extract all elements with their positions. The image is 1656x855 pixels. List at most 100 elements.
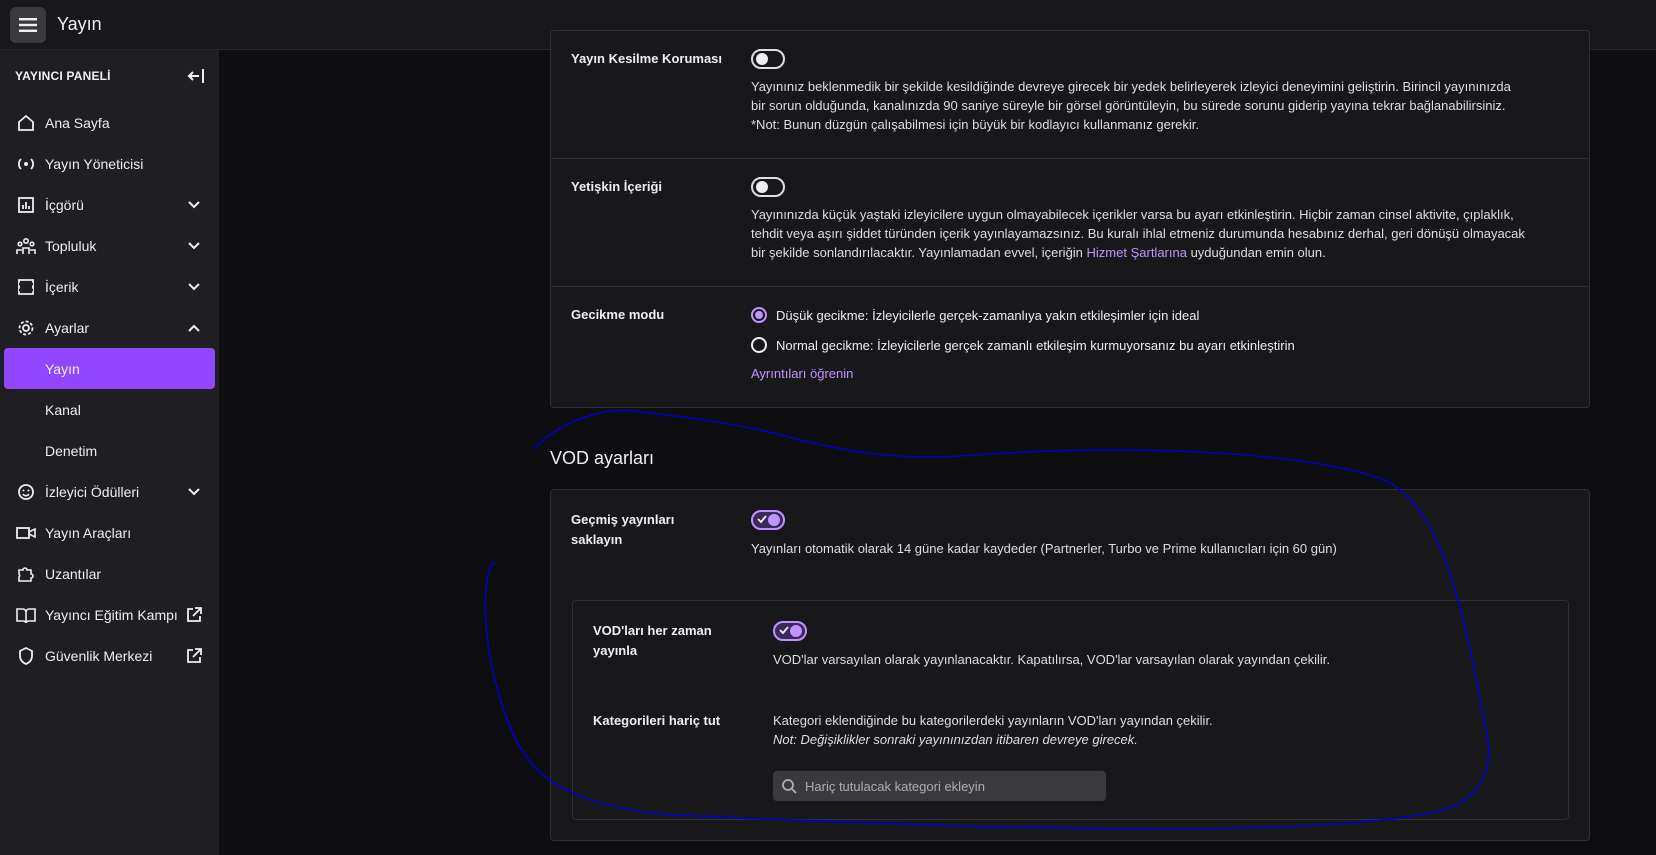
community-icon [16,236,36,256]
always-publish-vods-toggle[interactable] [773,621,807,641]
mature-content-label: Yetişkin İçeriği [571,179,663,194]
mature-content-desc-3: bir şekilde sonlandırılacaktır. Yayınlam… [751,245,1087,260]
always-publish-label-line-1: VOD'ları her zaman [593,623,712,638]
sidebar-item-label: Yayın Araçları [45,524,132,541]
page-title: Yayın [57,14,102,34]
sidebar-subitem-channel[interactable]: Kanal [0,389,219,430]
category-search-input[interactable] [805,778,1095,794]
sidebar-item-insights[interactable]: İçgörü [0,184,219,225]
exclude-categories-note: Not: Değişiklikler sonraki yayınınızdan … [773,732,1138,747]
sidebar-item-stream-tools[interactable]: Yayın Araçları [0,512,219,553]
disconnect-protection-toggle[interactable] [751,49,785,69]
mature-content-desc-4: uyduğundan emin olun. [1186,245,1326,260]
sidebar-heading: YAYINCI PANELİ [15,69,111,83]
camera-icon [16,523,36,543]
collapse-icon[interactable] [187,68,205,84]
sidebar-item-label: Ayarlar [45,319,90,336]
toggle-knob [756,53,768,65]
sidebar-item-label: İçgörü [45,196,84,213]
always-publish-vods-desc: VOD'lar varsayılan olarak yayınlanacaktı… [773,652,1330,667]
sidebar-item-label: Yayın Yöneticisi [45,155,144,172]
vod-sub-panel: VOD'ları her zaman yayınla VOD'lar varsa… [572,600,1569,820]
exclude-categories-label: Kategorileri hariç tut [593,713,721,728]
sidebar-item-label: İzleyici Ödülleri [45,483,140,500]
store-past-label-line-2: saklayın [571,532,623,547]
low-latency-radio[interactable]: Düşük gecikme: İzleyicilerle gerçek-zama… [751,300,1569,330]
home-icon [16,113,36,133]
sidebar-item-home[interactable]: Ana Sayfa [0,102,219,143]
sidebar-item-label: Uzantılar [45,565,102,582]
gear-icon [16,318,36,338]
check-icon [779,626,789,635]
vod-settings-panel: Geçmiş yayınları saklayın Yayınları otom… [550,489,1590,841]
vod-section-title: VOD ayarları [550,448,655,468]
mature-content-row: Yetişkin İçeriği Yayınınızda küçük yaşta… [551,159,1589,287]
normal-latency-radio[interactable]: Normal gecikme: İzleyicilerle gerçek zam… [751,330,1569,360]
sidebar-header: YAYINCI PANELİ [0,50,219,102]
sidebar-item-label: İçerik [45,278,79,295]
sidebar-item-settings[interactable]: Ayarlar [0,307,219,348]
disconnect-protection-desc-2: bir sorun olduğunda, kanalınızda 90 sani… [751,98,1506,113]
latency-mode-row: Gecikme modu Düşük gecikme: İzleyicilerl… [551,287,1589,407]
low-latency-label: Düşük gecikme: İzleyicilerle gerçek-zama… [776,307,1200,323]
broadcast-icon [16,154,36,174]
puzzle-icon [16,564,36,584]
radio-selected [751,307,767,323]
learn-more-link[interactable]: Ayrıntıları öğrenin [751,366,1569,381]
radio-unselected [751,337,767,353]
check-icon [757,515,767,524]
stream-settings-panel: Yayın Kesilme Koruması Yayınınız beklenm… [550,30,1590,408]
disconnect-protection-row: Yayın Kesilme Koruması Yayınınız beklenm… [551,31,1589,159]
store-past-broadcasts-label: Geçmiş yayınları saklayın [571,510,674,550]
shield-icon [16,646,36,666]
chevron-up-icon [185,319,203,337]
external-link-icon [185,606,203,624]
chevron-down-icon [185,483,203,501]
terms-of-service-link[interactable]: Hizmet Şartlarına [1087,245,1187,260]
normal-latency-label: Normal gecikme: İzleyicilerle gerçek zam… [776,337,1295,353]
disconnect-protection-desc-3: *Not: Bunun düzgün çalışabilmesi için bü… [751,117,1200,132]
chevron-down-icon [185,196,203,214]
smiley-icon [16,482,36,502]
sidebar-item-viewer-rewards[interactable]: İzleyici Ödülleri [0,471,219,512]
category-search-box[interactable] [773,771,1106,801]
store-past-broadcasts-desc: Yayınları otomatik olarak 14 güne kadar … [751,541,1337,556]
mature-content-desc-3-line: bir şekilde sonlandırılacaktır. Yayınlam… [751,243,1569,262]
toggle-knob [768,514,780,526]
hamburger-icon [19,17,37,32]
sidebar-item-label: Topluluk [45,237,97,254]
sidebar-item-label: Yayıncı Eğitim Kampı [45,606,178,623]
book-icon [16,605,36,625]
search-icon [782,779,797,794]
mature-content-toggle[interactable] [751,177,785,197]
external-link-icon [185,647,203,665]
latency-mode-label: Gecikme modu [571,307,665,322]
store-past-broadcasts-toggle[interactable] [751,510,785,530]
sidebar-item-stream-manager[interactable]: Yayın Yöneticisi [0,143,219,184]
sidebar-item-extensions[interactable]: Uzantılar [0,553,219,594]
disconnect-protection-desc-1: Yayınınız beklenmedik bir şekilde kesild… [751,79,1511,94]
store-past-label-line-1: Geçmiş yayınları [571,512,675,527]
sidebar-item-creator-camp[interactable]: Yayıncı Eğitim Kampı [0,594,219,635]
exclude-categories-desc: Kategori eklendiğinde bu kategorilerdeki… [773,713,1213,728]
sidebar-subitem-stream[interactable]: Yayın [4,348,215,389]
sidebar-item-label: Güvenlik Merkezi [45,647,153,664]
chevron-down-icon [185,237,203,255]
disconnect-protection-label: Yayın Kesilme Koruması [571,51,723,66]
chart-icon [16,195,36,215]
sidebar-item-label: Ana Sayfa [45,114,110,131]
sidebar-item-content[interactable]: İçerik [0,266,219,307]
always-publish-vods-label: VOD'ları her zaman yayınla [593,621,712,661]
sidebar-subitem-moderation[interactable]: Denetim [0,430,219,471]
toggle-knob [790,625,802,637]
sidebar: YAYINCI PANELİ Ana Sayfa Yayın Yöneticis… [0,50,219,855]
mature-content-desc-1: Yayınınızda küçük yaştaki izleyicilere u… [751,207,1514,222]
mature-content-desc-2: tehdit veya aşırı şiddet türünden içerik… [751,226,1525,241]
toggle-knob [756,181,768,193]
always-publish-label-line-2: yayınla [593,643,638,658]
sidebar-item-safety-center[interactable]: Güvenlik Merkezi [0,635,219,676]
menu-button[interactable] [10,6,46,43]
content-icon [16,277,36,297]
chevron-down-icon [185,278,203,296]
sidebar-item-community[interactable]: Topluluk [0,225,219,266]
